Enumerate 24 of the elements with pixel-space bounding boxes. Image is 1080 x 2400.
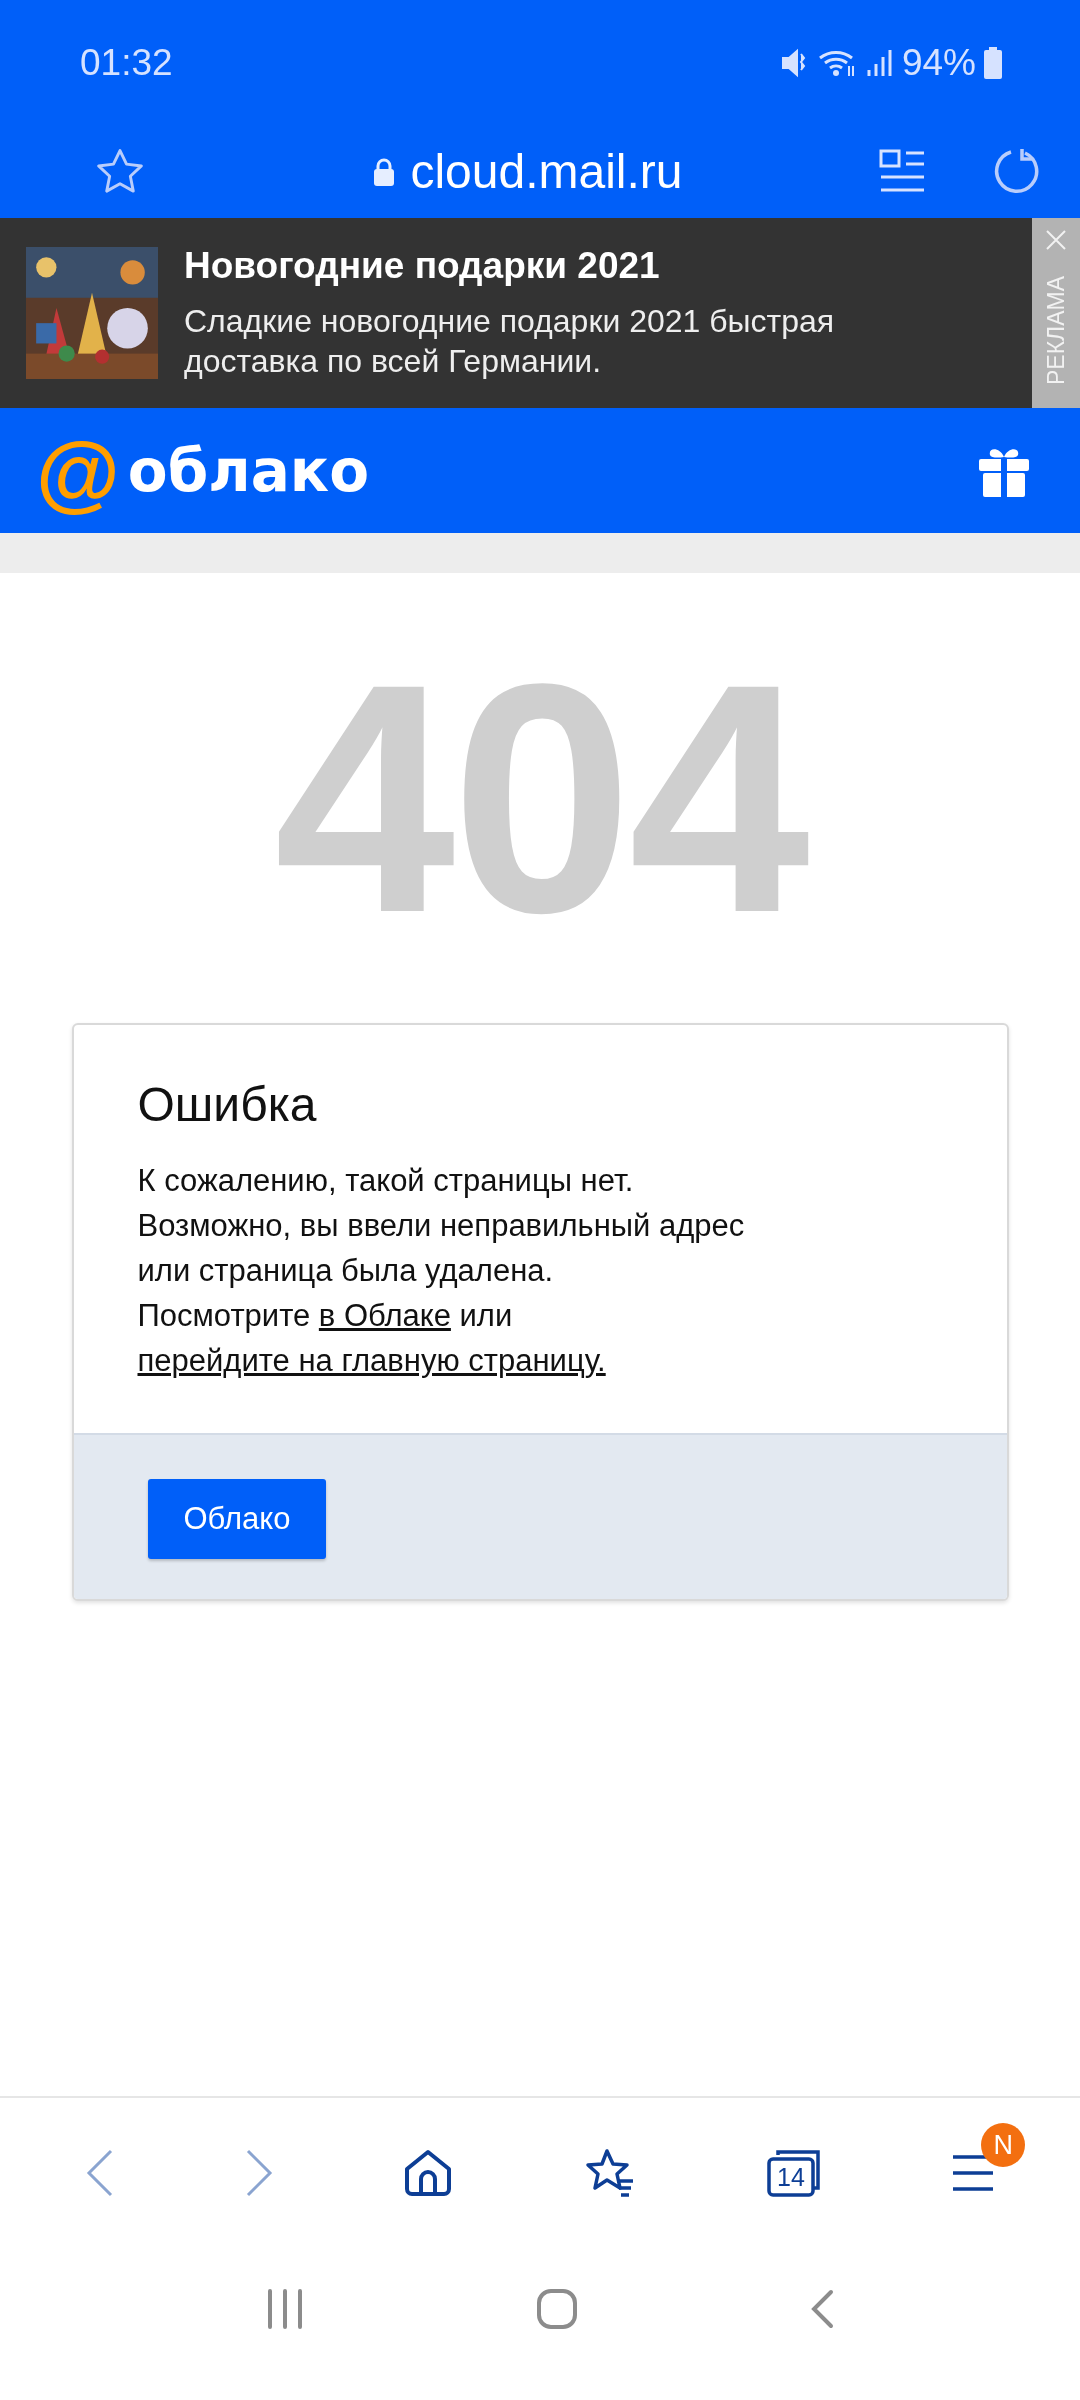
home-button-icon[interactable] <box>536 2288 578 2330</box>
forward-icon[interactable] <box>244 2148 274 2198</box>
text-link[interactable]: в Облаке <box>318 1298 451 1333</box>
error-title: Ошибка <box>137 1077 318 1132</box>
status-time: 01:32 <box>80 41 173 84</box>
battery-level: 94% <box>901 41 976 84</box>
ad-title: Новогодние подарки 2021 <box>184 245 661 287</box>
logo-text: облако <box>127 436 370 505</box>
battery-icon <box>984 46 1002 79</box>
close-icon[interactable] <box>1044 228 1068 252</box>
menu-icon[interactable] <box>951 2153 996 2193</box>
url-text[interactable]: cloud.mail.ru <box>410 144 683 199</box>
ad-text: Сладкие новогодние подарки 2021 быстрая доставка по всей Германии. <box>184 302 836 381</box>
cloud-button[interactable]: Облако <box>147 1479 327 1559</box>
lock-icon <box>372 156 397 187</box>
ad-banner[interactable]: Новогодние подарки 2021 Сладкие новогодние подарки 2021 быстрая доставка по всей Германии. РЕКЛАМА <box>0 218 1080 408</box>
back-icon[interactable] <box>84 2148 115 2198</box>
signal-icon <box>865 47 894 78</box>
text-link[interactable]: перейдите на главную страницу. <box>137 1343 606 1378</box>
notification-badge: N <box>981 2123 1026 2167</box>
logo-mark: @ <box>36 427 120 514</box>
home-icon[interactable] <box>403 2149 454 2197</box>
error-message: К сожалению, такой страницы нет. Возможно, вы ввели неправильный адрес или страница была удалена. Посмотрите в Облаке или перейдите на главную страницу. <box>137 1162 746 1380</box>
ad-label: РЕКЛАМА <box>1042 276 1070 385</box>
